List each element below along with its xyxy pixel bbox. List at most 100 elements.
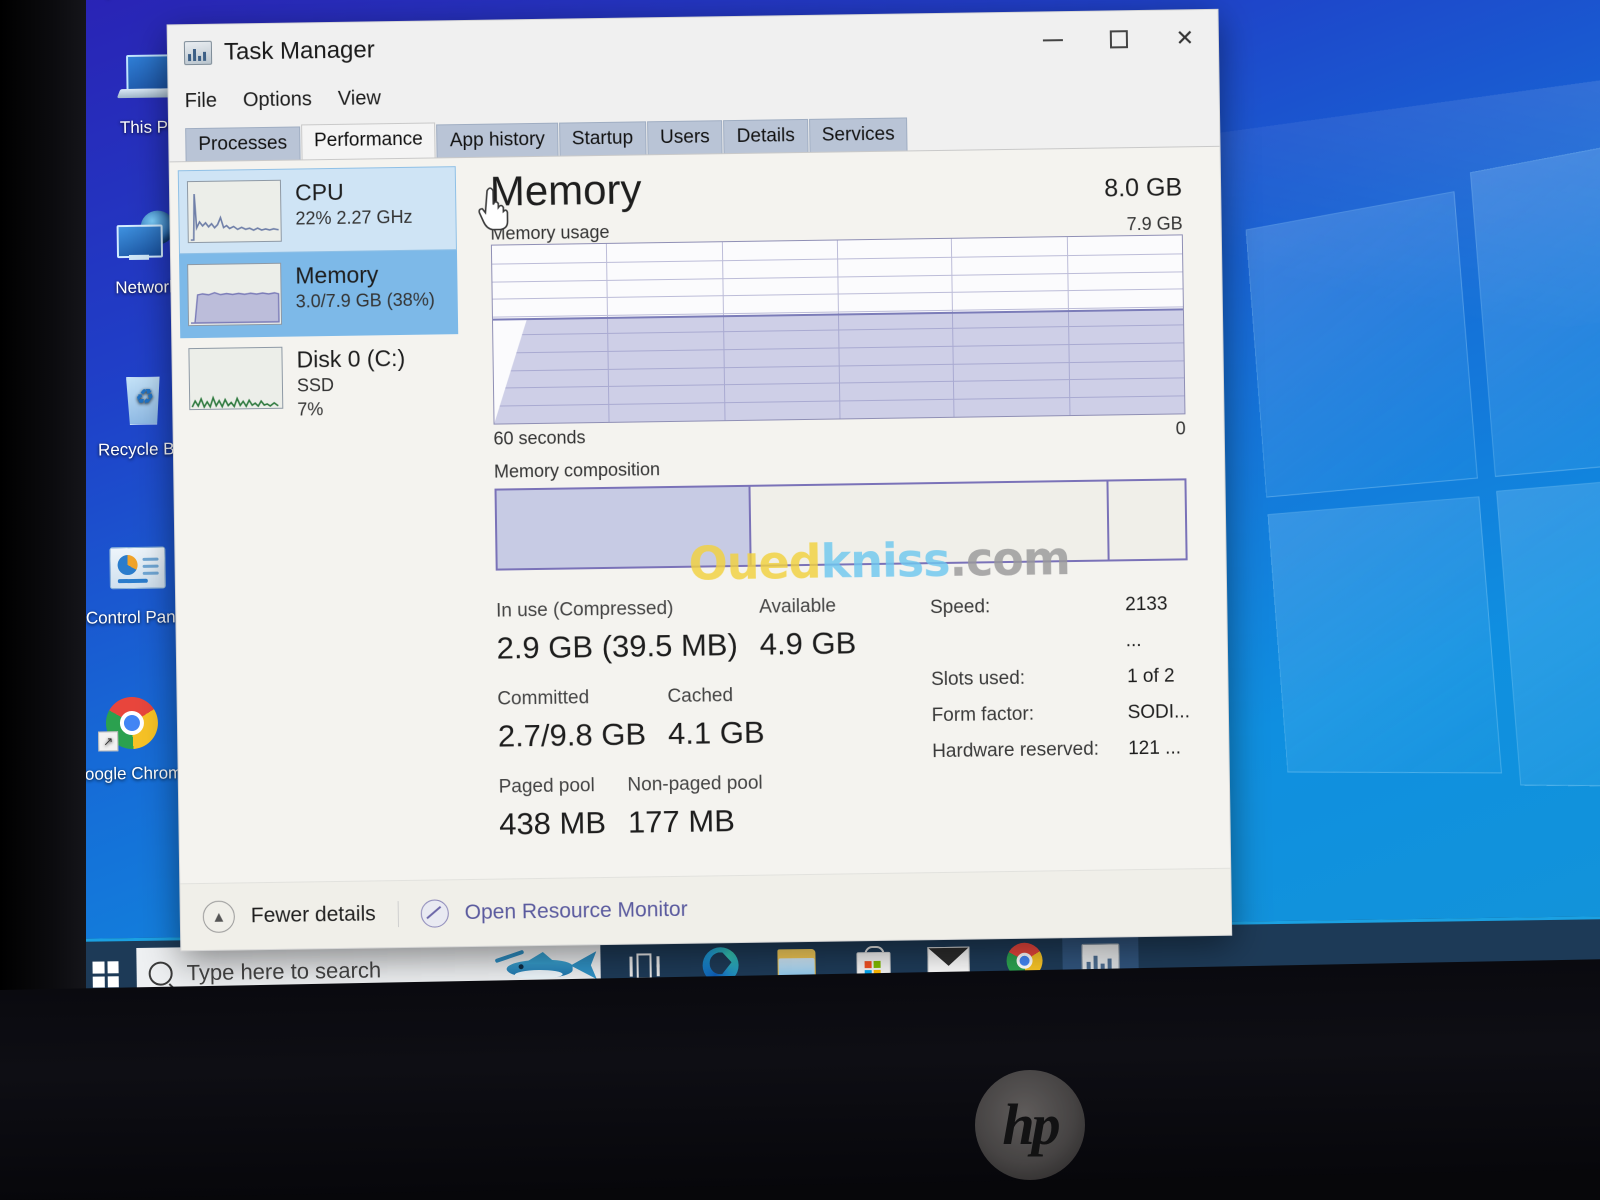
recycle-bin-icon: [111, 374, 174, 433]
menu-item-view[interactable]: View: [338, 87, 381, 111]
menu-item-file[interactable]: File: [185, 89, 218, 112]
tab-services[interactable]: Services: [808, 117, 908, 152]
stat-value: SODI...: [1127, 701, 1191, 724]
sidebar-item-memory[interactable]: Memory 3.0/7.9 GB (38%): [178, 250, 458, 339]
memory-sparkline: [191, 292, 280, 324]
divider: [397, 901, 399, 928]
maximize-button[interactable]: [1085, 11, 1152, 68]
cpu-mini-graph: [186, 179, 282, 244]
memory-usage-area: [492, 308, 1185, 424]
sidebar-memory-text: Memory 3.0/7.9 GB (38%): [295, 260, 435, 313]
minimize-button[interactable]: [1020, 12, 1087, 69]
tab-app-history[interactable]: App history: [436, 122, 559, 158]
disk-mini-graph: [188, 346, 284, 411]
stat-value: 4.1 GB: [667, 714, 765, 752]
windows-logo-icon: [92, 961, 119, 988]
stat-non-paged-pool: Non-paged pool 177 MB: [627, 769, 764, 859]
axis-left-label: 60 seconds: [493, 427, 586, 449]
resource-monitor-icon: [420, 899, 449, 928]
stat-cached: Cached 4.1 GB: [667, 681, 765, 770]
search-icon: [148, 961, 173, 986]
stat-speed: Speed: 2133 ...: [930, 586, 1189, 662]
sidebar-disk-text: Disk 0 (C:) SSD 7%: [296, 345, 406, 422]
window-title: Task Manager: [223, 36, 375, 66]
memory-mini-graph: [187, 262, 283, 327]
stat-value: 2.9 GB (39.5 MB): [496, 627, 739, 666]
memory-stats-right: Speed: 2133 ... Slots used: 1 of 2 Form …: [930, 586, 1192, 854]
tab-details[interactable]: Details: [723, 118, 809, 154]
sidebar-item-disk-0[interactable]: Disk 0 (C:) SSD 7%: [180, 334, 459, 422]
stats-row-1: In use (Compressed) 2.9 GB (39.5 MB) Ava…: [496, 590, 917, 684]
stat-slots-used: Slots used: 1 of 2: [931, 658, 1190, 698]
window-controls: ✕: [1020, 10, 1219, 69]
cpu-sparkline: [190, 193, 279, 241]
control-panel-icon: [105, 542, 168, 601]
desktop-icon-label: Google Chrome: [71, 763, 192, 784]
laptop-bezel-left: [0, 0, 86, 1060]
sidebar-cpu-text: CPU 22% 2.27 GHz: [295, 178, 413, 231]
stat-hardware-reserved: Hardware reserved: 121 ...: [932, 730, 1191, 770]
disk-sparkline: [191, 395, 279, 409]
open-resource-monitor-link[interactable]: Open Resource Monitor: [465, 898, 688, 925]
laptop-screen: pc Microsoft This PC Network Recycle Bin: [60, 0, 1600, 1036]
stat-value: 438 MB: [498, 804, 607, 842]
watermark-part-1: Oued: [688, 534, 822, 591]
hp-brand-logo: hp: [975, 1070, 1085, 1180]
chevron-up-icon[interactable]: ▲: [202, 900, 236, 933]
window-body: CPU 22% 2.27 GHz Memory 3.0/7.9 GB (38%)…: [169, 146, 1231, 884]
sidebar-item-cpu[interactable]: CPU 22% 2.27 GHz: [177, 166, 457, 255]
stat-in-use: In use (Compressed) 2.9 GB (39.5 MB): [496, 593, 738, 685]
memory-composition-label: Memory composition: [493, 459, 661, 482]
memory-stats-left: In use (Compressed) 2.9 GB (39.5 MB) Ava…: [496, 590, 920, 860]
sidebar-item-sub: SSD: [296, 374, 335, 396]
stat-label: Speed:: [929, 596, 991, 619]
network-icon: [114, 210, 177, 271]
stat-label: Slots used:: [930, 667, 1026, 691]
close-button[interactable]: ✕: [1151, 10, 1218, 67]
sidebar-item-sub: 3.0/7.9 GB (38%): [295, 289, 435, 312]
memory-header: Memory 8.0 GB: [489, 157, 1182, 215]
sidebar-item-name: Memory: [295, 261, 379, 289]
stat-label: Hardware reserved:: [932, 738, 1100, 763]
hp-logo-text: hp: [1002, 1092, 1060, 1157]
watermark-part-2: kniss: [820, 532, 950, 589]
shortcut-arrow-icon: ↗: [98, 731, 119, 752]
memory-usage-graph: [490, 234, 1186, 425]
tab-startup[interactable]: Startup: [558, 121, 647, 156]
resource-sidebar: CPU 22% 2.27 GHz Memory 3.0/7.9 GB (38%)…: [170, 158, 466, 883]
photo-of-laptop-screen: pc Microsoft This PC Network Recycle Bin: [0, 0, 1600, 1200]
axis-right-label: 0: [1175, 418, 1186, 439]
stat-label: Non-paged pool: [627, 772, 763, 796]
task-manager-window[interactable]: Task Manager ✕ File Options View Process…: [166, 8, 1233, 952]
laptop-bezel-bottom: [0, 959, 1600, 1200]
desktop-icon-google-chrome[interactable]: ↗ Google Chrome: [71, 696, 192, 785]
stat-label: Cached: [667, 685, 734, 708]
stat-value: 2133 ...: [1125, 593, 1168, 652]
tab-users[interactable]: Users: [646, 120, 723, 155]
memory-statistics: In use (Compressed) 2.9 GB (39.5 MB) Ava…: [496, 586, 1192, 860]
tab-performance[interactable]: Performance: [300, 122, 437, 160]
stat-form-factor: Form factor: SODI...: [931, 694, 1190, 734]
stat-paged-pool: Paged pool 438 MB: [498, 771, 606, 861]
stat-label: Paged pool: [498, 775, 595, 798]
stat-value: 1 of 2: [1126, 665, 1175, 688]
sidebar-item-name: CPU: [294, 178, 344, 206]
sidebar-item-sub2: 7%: [297, 399, 324, 420]
menu-item-options[interactable]: Options: [243, 88, 312, 112]
memory-detail-panel: Memory 8.0 GB Memory usage 7.9 GB 60 sec…: [455, 147, 1230, 879]
task-manager-icon: [183, 40, 213, 66]
stat-value: 177 MB: [627, 803, 736, 840]
hand-cursor: [478, 187, 509, 231]
tab-processes[interactable]: Processes: [185, 126, 301, 162]
status-bar: ▲ Fewer details Open Resource Monitor: [180, 867, 1232, 951]
composition-segment-free: [1108, 480, 1186, 560]
fewer-details-button[interactable]: Fewer details: [251, 902, 376, 928]
stat-committed: Committed 2.7/9.8 GB: [497, 682, 647, 772]
memory-capacity: 8.0 GB: [1104, 173, 1183, 203]
stat-label: In use (Compressed): [495, 597, 674, 622]
stat-label: Form factor:: [931, 703, 1035, 727]
stat-available: Available 4.9 GB: [759, 591, 857, 680]
sidebar-item-name: Disk 0 (C:): [296, 344, 406, 373]
windows-logo-wallpaper: [1245, 121, 1600, 788]
sidebar-item-sub: 22% 2.27 GHz: [295, 206, 413, 229]
